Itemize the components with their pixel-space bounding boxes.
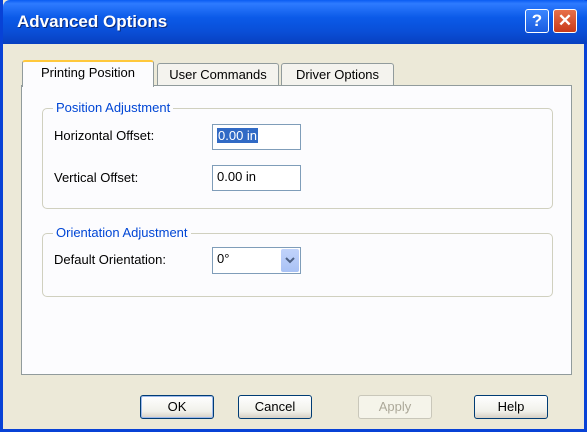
apply-label: Apply <box>378 399 412 414</box>
horizontal-offset-label: Horizontal Offset: <box>54 128 155 143</box>
cancel-button[interactable]: Cancel <box>238 395 312 419</box>
orientation-adjustment-group: Orientation Adjustment Default Orientati… <box>42 225 553 297</box>
tab-panel-printing-position: Position Adjustment Horizontal Offset: 0… <box>21 85 572 375</box>
help-button[interactable]: Help <box>474 395 548 419</box>
title-bar[interactable]: Advanced Options ? ✕ <box>3 0 587 44</box>
tab-label: Printing Position <box>41 65 135 80</box>
tab-printing-position[interactable]: Printing Position <box>22 60 154 87</box>
group-title: Position Adjustment <box>53 100 174 115</box>
tab-driver-options[interactable]: Driver Options <box>281 63 394 86</box>
ok-button[interactable]: OK <box>140 395 214 419</box>
ok-label: OK <box>167 399 187 414</box>
close-icon: ✕ <box>557 11 573 30</box>
chevron-down-icon-glyph <box>285 257 295 264</box>
help-title-button[interactable]: ? <box>525 9 549 33</box>
window-title: Advanced Options <box>17 12 168 31</box>
chevron-down-icon[interactable] <box>281 249 299 272</box>
default-orientation-label: Default Orientation: <box>54 252 167 267</box>
vertical-offset-field[interactable]: 0.00 in <box>212 165 301 191</box>
vertical-offset-label: Vertical Offset: <box>54 170 139 185</box>
tab-label: User Commands <box>169 67 267 82</box>
help-label: Help <box>497 399 525 414</box>
default-orientation-value: 0° <box>217 251 230 266</box>
default-orientation-select[interactable]: 0° <box>212 247 301 274</box>
horizontal-offset-field[interactable]: 0.00 in <box>212 124 301 150</box>
question-icon: ? <box>531 11 543 30</box>
apply-button[interactable]: Apply <box>358 395 432 419</box>
tab-user-commands[interactable]: User Commands <box>157 63 279 86</box>
position-adjustment-group: Position Adjustment Horizontal Offset: 0… <box>42 100 553 209</box>
horizontal-offset-value: 0.00 in <box>217 128 259 143</box>
vertical-offset-value: 0.00 in <box>217 169 257 184</box>
cancel-label: Cancel <box>254 399 296 414</box>
dialog-window: Advanced Options ? ✕ Printing Position U… <box>0 0 587 432</box>
group-title: Orientation Adjustment <box>53 225 191 240</box>
tab-label: Driver Options <box>295 67 380 82</box>
close-button[interactable]: ✕ <box>553 9 577 33</box>
